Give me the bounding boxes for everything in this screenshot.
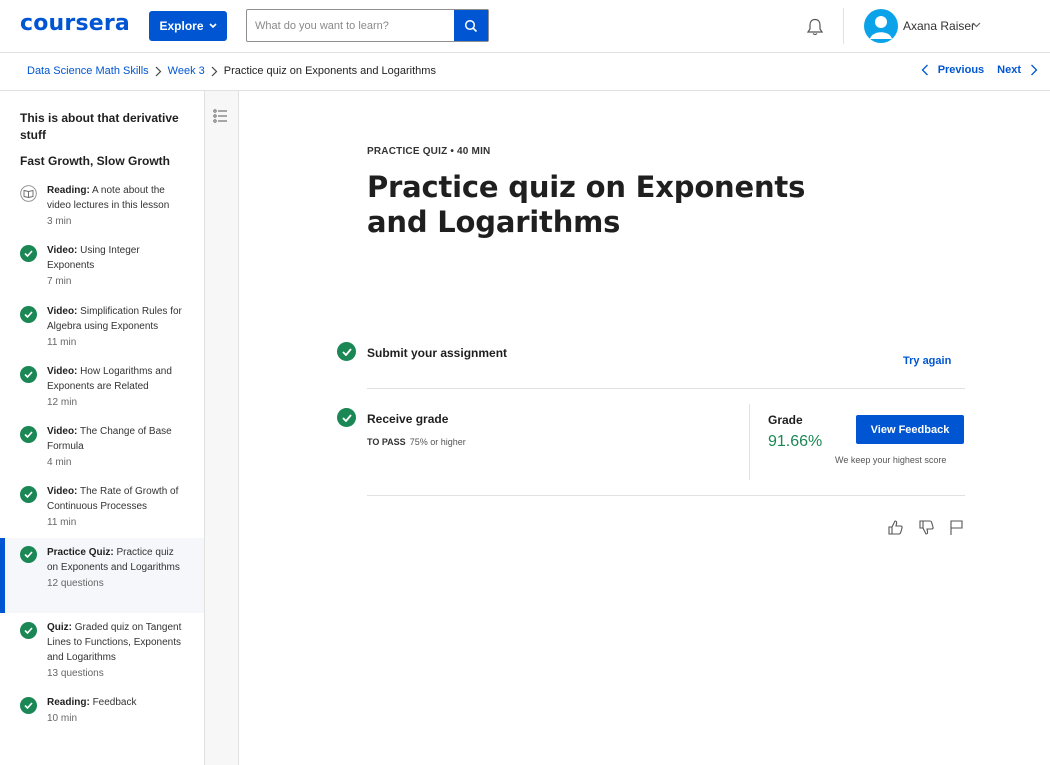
top-header: coursera Explore Axana Raiser — [0, 0, 1050, 53]
breadcrumb-bar: Data Science Math Skills Week 3 Practice… — [0, 53, 1050, 91]
sidebar-item-video-simplification-rules[interactable]: Video: Simplification Rules for Algebra … — [0, 304, 204, 354]
chevron-down-icon[interactable] — [972, 22, 981, 28]
try-again-link[interactable]: Try again — [903, 355, 951, 367]
receive-grade-label: Receive grade — [367, 412, 449, 426]
next-label: Next — [997, 64, 1021, 76]
search-input[interactable] — [247, 10, 454, 41]
quiz-kicker: PRACTICE QUIZ • 40 MIN — [367, 146, 491, 157]
divider — [367, 388, 965, 389]
explore-label: Explore — [159, 19, 204, 33]
feedback-actions — [887, 519, 964, 536]
chevron-left-icon — [921, 64, 928, 76]
to-pass-value: 75% or higher — [409, 437, 466, 447]
sidebar-item-text: Reading: A note about the video lectures… — [47, 185, 170, 227]
check-icon — [20, 245, 37, 262]
sidebar-item-text: Quiz: Graded quiz on Tangent Lines to Fu… — [47, 622, 182, 679]
divider — [367, 495, 965, 496]
prev-next-nav: Previous Next — [921, 64, 1038, 76]
flag-icon[interactable] — [949, 519, 964, 536]
sidebar-item-reading-feedback[interactable]: Reading: Feedback 10 min — [0, 695, 204, 735]
grade-value: 91.66% — [768, 433, 823, 450]
sidebar-item-text: Reading: Feedback 10 min — [47, 697, 137, 724]
chevron-right-icon — [155, 66, 162, 77]
search-box — [246, 9, 489, 42]
coursera-logo[interactable]: coursera — [20, 11, 130, 36]
check-icon — [337, 408, 356, 427]
thumbs-up-icon[interactable] — [887, 519, 904, 536]
user-icon — [870, 16, 892, 39]
breadcrumb-week[interactable]: Week 3 — [168, 65, 205, 77]
next-button[interactable]: Next — [997, 64, 1038, 76]
search-button[interactable] — [454, 10, 488, 41]
sidebar-item-text: Video: Simplification Rules for Algebra … — [47, 306, 182, 348]
to-pass-label: TO PASS — [367, 437, 406, 447]
sidebar-item-graded-quiz[interactable]: Quiz: Graded quiz on Tangent Lines to Fu… — [0, 620, 204, 685]
check-icon — [20, 697, 37, 714]
breadcrumb-current: Practice quiz on Exponents and Logarithm… — [223, 65, 436, 77]
search-icon — [464, 19, 478, 32]
sidebar-item-practice-quiz[interactable]: Practice Quiz: Practice quiz on Exponent… — [0, 538, 204, 613]
bell-icon[interactable] — [805, 17, 825, 37]
to-pass-info: TO PASS 75% or higher — [367, 437, 466, 447]
check-icon — [20, 366, 37, 383]
module-title: This is about that derivative stuff — [20, 111, 179, 142]
grade-divider — [749, 404, 750, 480]
sidebar-item-reading-note[interactable]: Reading: A note about the video lectures… — [0, 183, 204, 233]
check-icon — [20, 486, 37, 503]
sidebar-item-video-integer-exponents[interactable]: Video: Using Integer Exponents 7 min — [0, 243, 204, 293]
grade-label: Grade — [768, 413, 803, 427]
sidebar-item-video-logarithms-exponents[interactable]: Video: How Logarithms and Exponents are … — [0, 364, 204, 414]
chevron-right-icon — [1031, 64, 1038, 76]
sidebar-item-text: Video: How Logarithms and Exponents are … — [47, 366, 172, 408]
chevron-right-icon — [211, 66, 218, 77]
lesson-title: Fast Growth, Slow Growth — [20, 154, 170, 168]
sidebar-item-text: Practice Quiz: Practice quiz on Exponent… — [47, 547, 180, 589]
previous-label: Previous — [937, 64, 985, 76]
avatar[interactable] — [864, 9, 898, 43]
sidebar-item-text: Video: The Rate of Growth of Continuous … — [47, 486, 179, 528]
sidebar-item-text: Video: Using Integer Exponents 7 min — [47, 245, 140, 287]
highest-score-note: We keep your highest score — [835, 455, 947, 465]
check-icon — [20, 622, 37, 639]
previous-button[interactable]: Previous — [921, 64, 984, 76]
sidebar-item-video-rate-of-growth[interactable]: Video: The Rate of Growth of Continuous … — [0, 484, 204, 534]
sidebar-item-text: Video: The Change of Base Formula 4 min — [47, 426, 172, 468]
check-icon — [20, 546, 37, 563]
thumbs-down-icon[interactable] — [918, 519, 935, 536]
submit-assignment-label: Submit your assignment — [367, 346, 508, 360]
check-icon — [20, 426, 37, 443]
view-feedback-button[interactable]: View Feedback — [856, 415, 964, 444]
chevron-down-icon — [208, 23, 217, 29]
user-name[interactable]: Axana Raiser — [903, 19, 975, 33]
header-divider — [843, 8, 844, 44]
breadcrumb-course[interactable]: Data Science Math Skills — [27, 65, 149, 77]
list-icon[interactable] — [213, 108, 229, 124]
sidebar-toggle-column — [205, 91, 239, 765]
book-icon — [20, 185, 37, 202]
check-icon — [20, 306, 37, 323]
check-icon — [337, 342, 356, 361]
course-sidebar: This is about that derivative stuff Fast… — [0, 91, 205, 765]
sidebar-item-video-change-of-base[interactable]: Video: The Change of Base Formula 4 min — [0, 424, 204, 474]
page-title: Practice quiz on Exponents and Logarithm… — [367, 170, 806, 239]
breadcrumb: Data Science Math Skills Week 3 Practice… — [27, 65, 436, 77]
explore-button[interactable]: Explore — [149, 11, 227, 41]
